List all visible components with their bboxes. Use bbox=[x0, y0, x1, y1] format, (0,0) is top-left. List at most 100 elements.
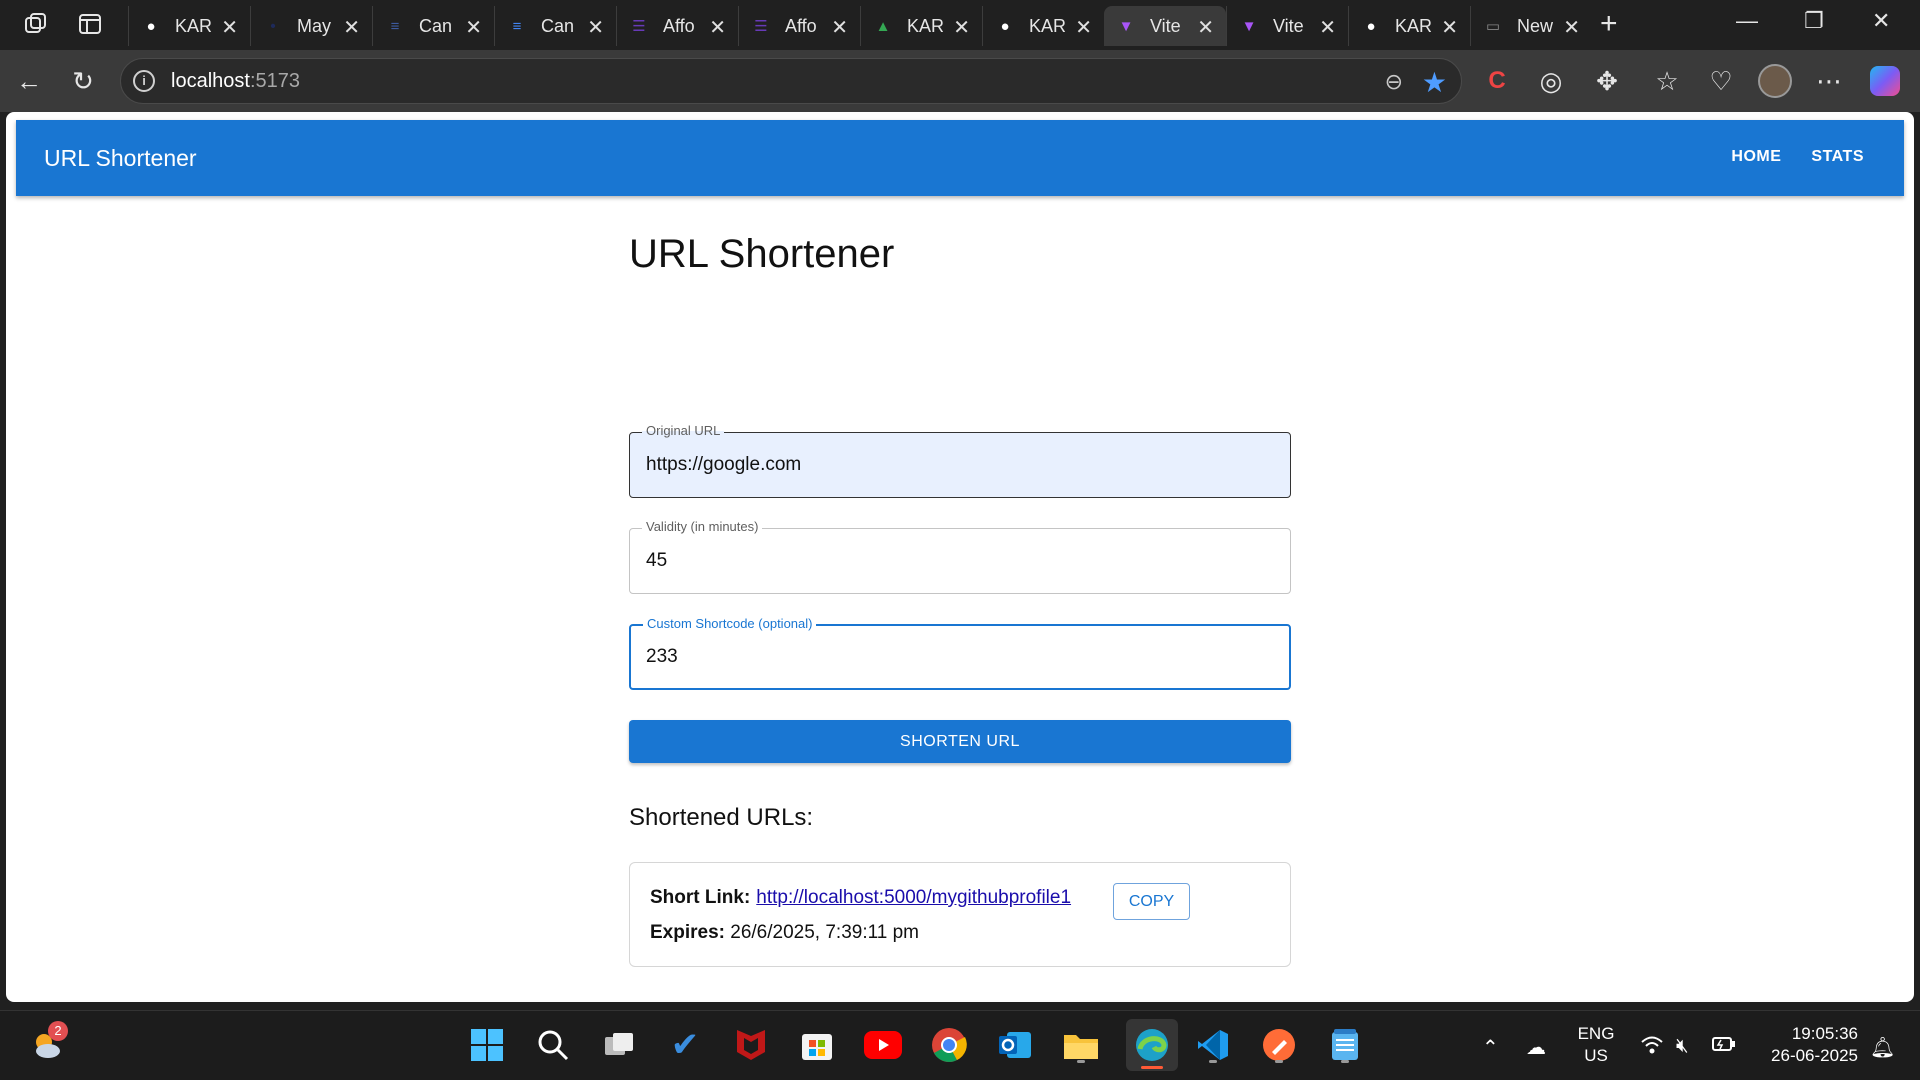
tab-actions-icon[interactable] bbox=[72, 8, 108, 40]
language-indicator[interactable]: ENG US bbox=[1574, 1023, 1618, 1067]
task-view-icon[interactable] bbox=[599, 1025, 639, 1065]
browser-tab[interactable]: ▼ Vite ✕ bbox=[1104, 6, 1226, 46]
clock[interactable]: 19:05:36 26-06-2025 bbox=[1758, 1023, 1858, 1067]
browser-tab[interactable]: ≡ Can ✕ bbox=[372, 6, 494, 46]
settings-more-icon[interactable]: ⋯ bbox=[1812, 64, 1846, 98]
show-hidden-icons-chevron-icon[interactable]: ⌃ bbox=[1482, 1035, 1499, 1060]
start-button[interactable] bbox=[467, 1025, 507, 1065]
shortcode-label: Custom Shortcode (optional) bbox=[643, 616, 817, 631]
copy-button[interactable]: COPY bbox=[1113, 883, 1190, 920]
profile-avatar[interactable] bbox=[1758, 64, 1792, 98]
tab-title: New bbox=[1517, 15, 1553, 36]
extensions-icon[interactable]: ✥ bbox=[1590, 64, 1624, 98]
form-icon: ☰ bbox=[632, 18, 646, 35]
tab-title: Can bbox=[419, 15, 453, 36]
tab-close-icon[interactable]: ✕ bbox=[343, 15, 360, 40]
browser-tab[interactable]: ▭ New ✕ bbox=[1470, 6, 1592, 46]
tab-close-icon[interactable]: ✕ bbox=[1075, 15, 1092, 40]
workspaces-icon[interactable] bbox=[18, 8, 54, 40]
vscode-icon[interactable] bbox=[1193, 1025, 1233, 1065]
short-link-url[interactable]: http://localhost:5000/mygithubprofile1 bbox=[756, 887, 1071, 909]
site-info-icon[interactable]: i bbox=[133, 70, 155, 92]
copilot-icon[interactable] bbox=[1868, 64, 1902, 98]
new-tab-button[interactable]: + bbox=[1600, 8, 1618, 40]
browser-tab[interactable]: ☰ Affo ✕ bbox=[738, 6, 860, 46]
tracking-icon[interactable]: ◎ bbox=[1534, 64, 1568, 98]
todo-app-icon[interactable]: ✔ bbox=[665, 1025, 705, 1065]
shortcode-input[interactable]: 233 bbox=[646, 646, 678, 668]
postman-icon[interactable] bbox=[1259, 1025, 1299, 1065]
volume-muted-icon[interactable]: 🔇︎ bbox=[1676, 1035, 1689, 1058]
notifications-bell-icon[interactable]: 🔔︎ bbox=[1870, 1035, 1895, 1060]
shorten-url-button[interactable]: SHORTEN URL bbox=[629, 720, 1291, 763]
browser-tab[interactable]: ≡ Can ✕ bbox=[494, 6, 616, 46]
address-bar[interactable]: i localhost:5173 ⊖ ★ bbox=[120, 58, 1462, 104]
tab-close-icon[interactable]: ✕ bbox=[953, 15, 970, 40]
github-icon: ● bbox=[1000, 17, 1010, 35]
vite-icon: ▼ bbox=[1118, 17, 1134, 35]
nav-stats-link[interactable]: STATS bbox=[1811, 148, 1864, 166]
tab-close-icon[interactable]: ✕ bbox=[1563, 15, 1580, 40]
browser-tab[interactable]: • May ✕ bbox=[250, 6, 372, 46]
tab-close-icon[interactable]: ✕ bbox=[221, 15, 238, 40]
expires-value: 26/6/2025, 7:39:11 pm bbox=[730, 922, 920, 943]
browser-tab[interactable]: ▼ Vite ✕ bbox=[1226, 6, 1348, 46]
original-url-label: Original URL bbox=[642, 423, 725, 438]
onedrive-icon[interactable]: ☁ bbox=[1526, 1035, 1546, 1060]
validity-label: Validity (in minutes) bbox=[642, 519, 763, 534]
chrome-icon[interactable] bbox=[929, 1025, 969, 1065]
nav-home-link[interactable]: HOME bbox=[1731, 148, 1781, 166]
wifi-icon[interactable] bbox=[1640, 1035, 1664, 1061]
notepad-icon[interactable] bbox=[1325, 1025, 1365, 1065]
form-icon: ☰ bbox=[754, 18, 768, 35]
close-window-button[interactable]: ✕ bbox=[1872, 8, 1890, 34]
newtab-icon: ▭ bbox=[1485, 18, 1501, 35]
tab-close-icon[interactable]: ✕ bbox=[831, 15, 848, 40]
refresh-button[interactable]: ↻ bbox=[66, 64, 100, 98]
validity-field[interactable]: Validity (in minutes) 45 bbox=[629, 519, 1291, 594]
favorite-star-icon[interactable]: ★ bbox=[1422, 66, 1447, 99]
shortcode-field[interactable]: Custom Shortcode (optional) 233 bbox=[629, 616, 1291, 690]
back-button[interactable]: ← bbox=[12, 64, 46, 98]
edge-icon[interactable] bbox=[1126, 1019, 1178, 1071]
favorites-icon[interactable]: ☆ bbox=[1650, 64, 1684, 98]
short-link-row: Short Link: http://localhost:5000/mygith… bbox=[650, 887, 1071, 909]
original-url-field[interactable]: Original URL https://google.com bbox=[629, 423, 1291, 498]
browser-tab[interactable]: ● KAR ✕ bbox=[1348, 6, 1470, 46]
main-content: URL Shortener Original URL https://googl… bbox=[629, 232, 1291, 967]
extension-c-icon[interactable]: C bbox=[1480, 64, 1514, 98]
address-url[interactable]: localhost:5173 bbox=[171, 70, 300, 93]
tab-close-icon[interactable]: ✕ bbox=[465, 15, 482, 40]
microsoft-store-icon[interactable] bbox=[797, 1025, 837, 1065]
tab-close-icon[interactable]: ✕ bbox=[1319, 15, 1336, 40]
zoom-icon[interactable]: ⊖ bbox=[1385, 69, 1403, 95]
browser-tab[interactable]: ☰ Affo ✕ bbox=[616, 6, 738, 46]
app-brand[interactable]: URL Shortener bbox=[44, 145, 197, 172]
battery-icon[interactable] bbox=[1712, 1035, 1736, 1059]
minimize-button[interactable]: — bbox=[1736, 8, 1758, 34]
browser-tab[interactable]: ▲ KAR ✕ bbox=[860, 6, 982, 46]
github-icon: ● bbox=[146, 17, 156, 35]
file-explorer-icon[interactable] bbox=[1061, 1025, 1101, 1065]
tab-title: KAR bbox=[175, 15, 211, 36]
tab-title: KAR bbox=[1395, 15, 1431, 36]
weather-badge: 2 bbox=[48, 1021, 68, 1041]
outlook-icon[interactable] bbox=[995, 1025, 1035, 1065]
tab-title: Vite bbox=[1273, 15, 1304, 36]
tab-close-icon[interactable]: ✕ bbox=[1441, 15, 1458, 40]
youtube-icon[interactable] bbox=[863, 1025, 903, 1065]
tab-close-icon[interactable]: ✕ bbox=[587, 15, 604, 40]
validity-input[interactable]: 45 bbox=[646, 550, 667, 572]
search-icon[interactable] bbox=[533, 1025, 573, 1065]
browser-essentials-icon[interactable]: ♡ bbox=[1704, 64, 1738, 98]
app-nav: HOME STATS bbox=[1731, 148, 1864, 166]
vite-icon: ▼ bbox=[1241, 17, 1257, 35]
mcafee-icon[interactable] bbox=[731, 1025, 771, 1065]
browser-tab[interactable]: ● KAR ✕ bbox=[982, 6, 1104, 46]
tab-close-icon[interactable]: ✕ bbox=[709, 15, 726, 40]
browser-tab[interactable]: ● KAR ✕ bbox=[128, 6, 250, 46]
restore-button[interactable]: ❐ bbox=[1804, 8, 1824, 34]
original-url-input[interactable]: https://google.com bbox=[646, 454, 801, 476]
tab-title: May bbox=[297, 15, 332, 36]
tab-close-icon[interactable]: ✕ bbox=[1197, 15, 1214, 40]
